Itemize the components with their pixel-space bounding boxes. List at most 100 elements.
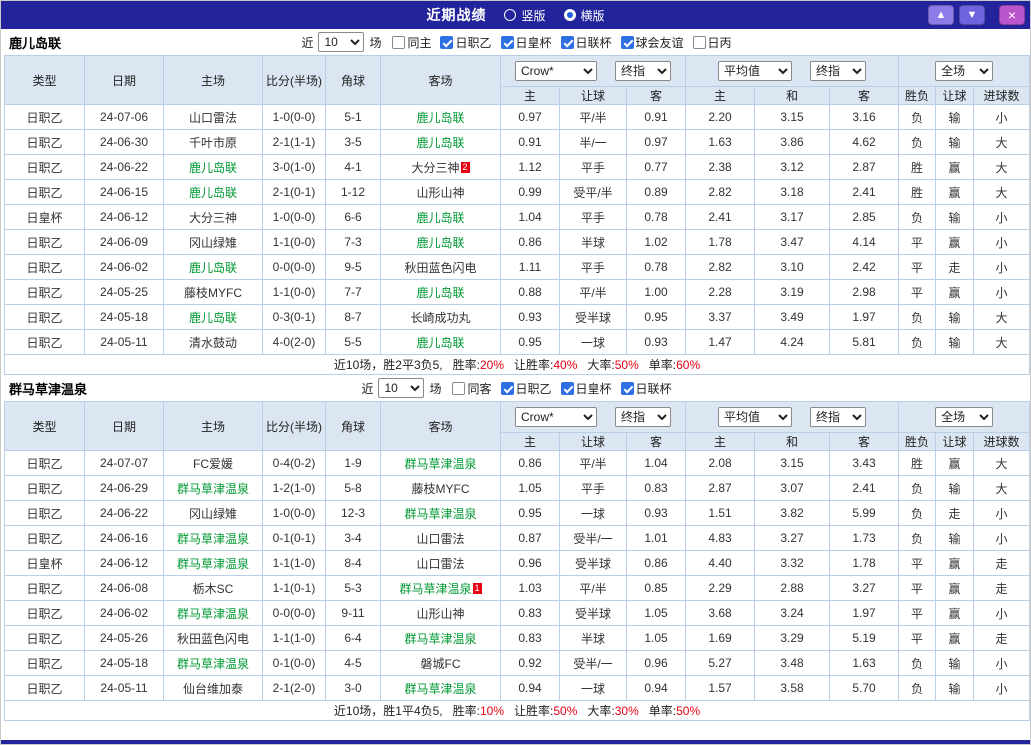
result-outcome-cell: 平: [898, 229, 937, 255]
checkbox-icon[interactable]: [560, 35, 574, 49]
home-team-cell: 山口雷法: [163, 104, 263, 130]
filter-label: 同客: [467, 381, 492, 396]
filter-checkbox-item[interactable]: 日丙: [692, 34, 732, 51]
sub-column-header: 主: [500, 432, 560, 451]
league-type-cell: 日职乙: [4, 254, 85, 280]
avg-home-cell: 1.47: [685, 329, 756, 355]
sub-column-header: 客: [829, 86, 900, 105]
recent-results-panel: 近期战绩 竖版 横版 ▲ ▼ × 鹿儿岛联近 10 场同主 日职乙 日皇杯 日联杯 球会友谊…: [0, 0, 1031, 745]
odds-away-cell: 0.78: [625, 254, 687, 280]
away-team-cell: 藤枝MYFC: [380, 475, 501, 501]
away-team-name: 鹿儿岛联: [416, 235, 465, 250]
radio-label: 竖版: [521, 8, 546, 23]
away-team-cell: 秋田蓝色闪电: [380, 254, 501, 280]
filter-checkbox-item[interactable]: 日联杯: [560, 34, 612, 51]
away-team-name: 山形山神: [416, 606, 465, 621]
result-outcome-cell: 负: [898, 500, 937, 526]
away-team-name: 山口雷法: [416, 556, 465, 571]
away-team-name: 山形山神: [416, 185, 465, 200]
avg-home-cell: 1.69: [685, 625, 756, 651]
corners-cell: 9-11: [325, 600, 381, 626]
filter-checkbox-item[interactable]: 日职乙: [500, 380, 552, 397]
scope-select[interactable]: 全场: [935, 61, 994, 81]
odds-away-cell: 1.01: [625, 525, 687, 551]
checkbox-icon[interactable]: [620, 35, 634, 49]
match-row: 日职乙 24-05-11 清水鼓动 4-0(2-0) 5-5 鹿儿岛联 0.95 一球 0.93…: [4, 329, 1030, 355]
team-section: 鹿儿岛联近 10 场同主 日职乙 日皇杯 日联杯 球会友谊 日丙 类型 日期 主场 比分(半场) 角球客…: [1, 29, 1030, 375]
away-team-name: 群马草津温泉: [399, 581, 472, 596]
avg-stage-select[interactable]: 终指: [810, 407, 867, 427]
corners-cell: 5-3: [325, 575, 381, 601]
odds-stage-select[interactable]: 终指: [615, 407, 671, 427]
corners-cell: 9-5: [325, 254, 381, 280]
filter-checkbox-item[interactable]: 日联杯: [620, 380, 672, 397]
match-count-select[interactable]: 10: [378, 378, 425, 398]
score-cell: 1-0(0-0): [262, 500, 326, 526]
away-team-cell: 鹿儿岛联: [380, 104, 501, 130]
avg-home-cell: 3.68: [685, 600, 756, 626]
summary-stat-value: 10%: [479, 704, 505, 718]
column-header: 比分(半场): [262, 401, 326, 451]
away-team-cell: 鹿儿岛联: [380, 279, 501, 305]
checkbox-icon[interactable]: [560, 381, 574, 395]
handicap-cell: 受半/一: [559, 525, 627, 551]
home-team-cell: 冈山绿雉: [163, 500, 263, 526]
scope-select[interactable]: 全场: [935, 407, 994, 427]
date-cell: 24-07-07: [84, 450, 164, 476]
filter-checkbox-item[interactable]: 日皇杯: [500, 34, 552, 51]
date-cell: 24-06-12: [84, 550, 164, 576]
scroll-up-button[interactable]: ▲: [928, 5, 954, 25]
scroll-down-button[interactable]: ▼: [959, 5, 985, 25]
filter-checkbox-item[interactable]: 球会友谊: [620, 34, 684, 51]
corners-cell: 7-7: [325, 279, 381, 305]
filter-checkbox-item[interactable]: 同主: [392, 34, 431, 51]
checkbox-icon[interactable]: [500, 381, 514, 395]
checkbox-icon[interactable]: [440, 35, 454, 49]
checkbox-icon[interactable]: [500, 35, 514, 49]
odds-home-cell: 0.83: [500, 625, 560, 651]
sub-column-header: 客: [625, 86, 687, 105]
odds-away-cell: 1.05: [625, 625, 687, 651]
layout-option-vertical[interactable]: 竖版: [504, 7, 546, 24]
date-cell: 24-05-11: [84, 675, 164, 701]
avg-draw-cell: 3.48: [754, 650, 831, 676]
bookmaker-select[interactable]: Crow*: [515, 61, 597, 81]
home-team-cell: 栃木SC: [163, 575, 263, 601]
avg-draw-cell: 3.49: [754, 304, 831, 330]
avg-stage-select[interactable]: 终指: [810, 61, 867, 81]
match-row: 日皇杯 24-06-12 群马草津温泉 1-1(1-0) 8-4 山口雷法 0.96 受半球 0…: [4, 550, 1030, 576]
away-team-cell: 群马草津温泉: [380, 625, 501, 651]
bookmaker-select[interactable]: Crow*: [515, 407, 597, 427]
average-select[interactable]: 平均值: [718, 407, 793, 427]
away-team-cell: 大分三神 2: [380, 154, 501, 180]
match-row: 日职乙 24-07-06 山口雷法 1-0(0-0) 5-1 鹿儿岛联 0.97 平/半 0.9…: [4, 104, 1030, 130]
match-count-select[interactable]: 10: [318, 32, 365, 52]
match-row: 日职乙 24-06-30 千叶市原 2-1(1-1) 3-5 鹿儿岛联 0.91 半/一 0.9…: [4, 129, 1030, 155]
corners-cell: 1-12: [325, 179, 381, 205]
summary-stat-label: 让胜率:: [514, 358, 554, 372]
avg-home-cell: 2.29: [685, 575, 756, 601]
score-cell: 1-1(1-0): [262, 625, 326, 651]
checkbox-icon[interactable]: [452, 381, 466, 395]
sub-column-header: 进球数: [973, 86, 1030, 105]
result-outcome-cell: 负: [898, 304, 937, 330]
odds-stage-select[interactable]: 终指: [615, 61, 671, 81]
average-select[interactable]: 平均值: [718, 61, 793, 81]
checkbox-icon[interactable]: [620, 381, 634, 395]
summary-row: 近10场，胜2平3负5, 胜率:20% 让胜率:40% 大率:50% 单率:60%: [3, 354, 1030, 375]
layout-option-horizontal[interactable]: 横版: [563, 7, 605, 24]
filter-checkbox-item[interactable]: 同客: [452, 380, 492, 397]
close-icon[interactable]: ×: [999, 5, 1025, 25]
result-handicap-cell: 输: [935, 675, 975, 701]
match-row: 日职乙 24-05-18 鹿儿岛联 0-3(0-1) 8-7 长崎成功丸 0.93 受半球 0.…: [4, 304, 1030, 330]
checkbox-icon[interactable]: [392, 35, 406, 49]
avg-home-cell: 2.08: [685, 450, 756, 476]
team-name-label: 群马草津温泉: [9, 381, 88, 397]
score-cell: 1-1(1-0): [262, 550, 326, 576]
checkbox-icon[interactable]: [692, 35, 706, 49]
filter-checkbox-item[interactable]: 日皇杯: [560, 380, 612, 397]
home-team-name: 鹿儿岛联: [188, 260, 237, 275]
handicap-cell: 平/半: [559, 575, 627, 601]
filter-checkbox-item[interactable]: 日职乙: [440, 34, 492, 51]
result-goals-cell: 小: [973, 675, 1030, 701]
